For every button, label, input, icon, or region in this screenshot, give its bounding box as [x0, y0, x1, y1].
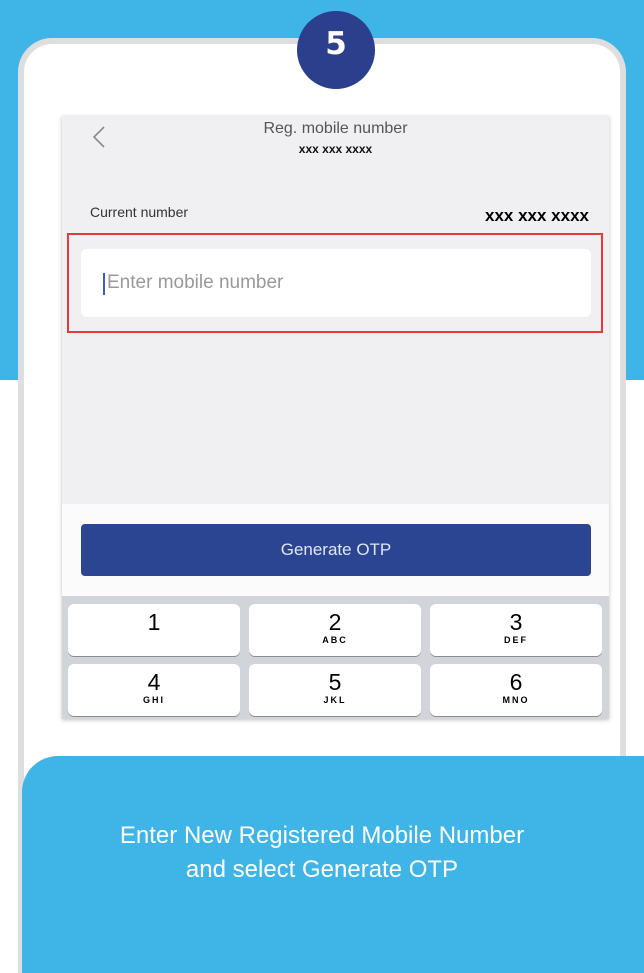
instruction-caption: Enter New Registered Mobile Number and s…	[22, 756, 644, 973]
key-letters: ABC	[322, 635, 348, 645]
key-letters: GHI	[142, 695, 165, 705]
key-5[interactable]: 5 JKL	[249, 664, 421, 716]
key-1[interactable]: 1	[68, 604, 240, 656]
text-caret	[103, 273, 105, 295]
phone-screen: Reg. mobile number xxx xxx xxxx Current …	[62, 116, 609, 719]
button-area: Generate OTP	[62, 504, 609, 596]
key-6[interactable]: 6 MNO	[430, 664, 602, 716]
key-3[interactable]: 3 DEF	[430, 604, 602, 656]
header-subtitle: xxx xxx xxxx	[298, 142, 373, 156]
mobile-number-input[interactable]: Enter mobile number	[81, 249, 591, 317]
key-letters: DEF	[504, 635, 528, 645]
key-2[interactable]: 2 ABC	[249, 604, 421, 656]
caption-line-2: and select Generate OTP	[185, 856, 459, 883]
header-title: Reg. mobile number	[263, 120, 408, 137]
key-digit: 1	[147, 609, 161, 635]
key-digit: 5	[328, 669, 342, 695]
caption-line-1: Enter New Registered Mobile Number	[119, 822, 525, 849]
key-letters: JKL	[323, 695, 347, 705]
key-digit: 3	[509, 609, 523, 635]
key-digit: 6	[509, 669, 523, 695]
key-letters: MNO	[502, 695, 530, 705]
current-number-value: xxx xxx xxxx	[485, 206, 589, 225]
step-badge: 5	[297, 11, 375, 89]
input-placeholder: Enter mobile number	[107, 272, 284, 293]
current-number-label: Current number	[90, 204, 189, 220]
key-digit: 2	[328, 609, 342, 635]
key-4[interactable]: 4 GHI	[68, 664, 240, 716]
generate-otp-button[interactable]: Generate OTP	[81, 524, 591, 576]
numeric-keypad: 1 2 ABC 3 DEF 4 GHI 5 JKL 6 MNO	[62, 596, 609, 719]
key-digit: 4	[147, 669, 161, 695]
